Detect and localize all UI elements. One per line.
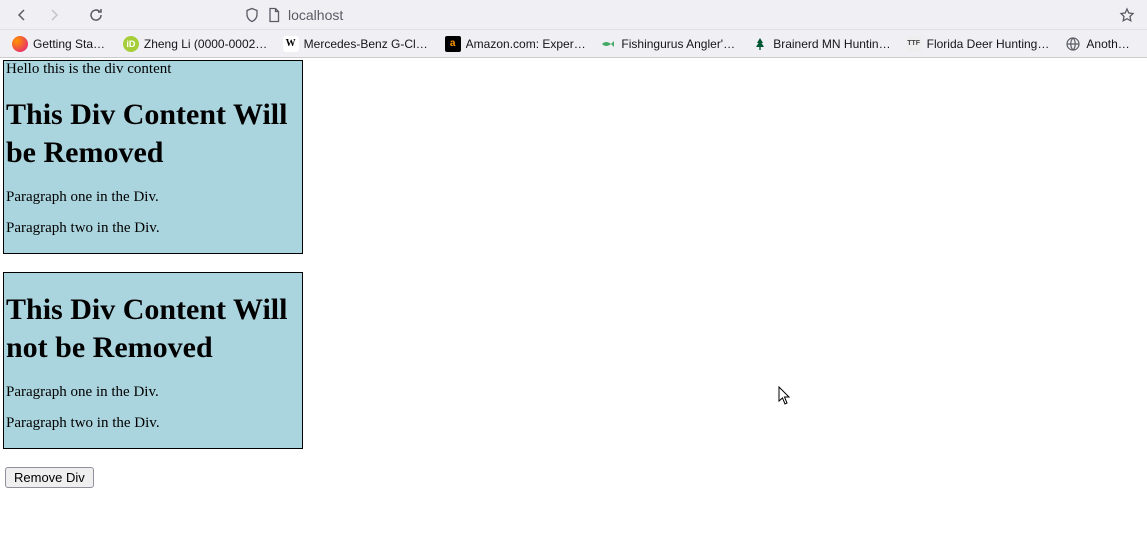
bookmark-label: Mercedes-Benz G-Clas... [304,37,431,51]
url-text: localhost [288,7,343,23]
ttf-icon: TTF [906,36,922,52]
page-icon [266,7,282,23]
bookmark-label: Getting Started [33,37,109,51]
bookmark-brainerd[interactable]: Brainerd MN Hunting ... [746,33,897,55]
bookmark-getting-started[interactable]: Getting Started [6,33,115,55]
browser-toolbar: localhost [0,0,1147,30]
permanent-div: This Div Content Will not be Removed Par… [3,272,303,449]
bookmark-label: Brainerd MN Hunting ... [773,37,891,51]
star-icon [1119,7,1135,23]
forward-button[interactable] [40,1,68,29]
bookmark-amazon[interactable]: a Amazon.com: ExpertP... [439,33,593,55]
bookmark-zheng-li[interactable]: iD Zheng Li (0000-0002-3... [117,33,275,55]
bookmark-star-button[interactable] [1119,7,1135,23]
reload-button[interactable] [82,1,110,29]
bookmark-label: Florida Deer Hunting S... [927,37,1052,51]
bookmark-label: Amazon.com: ExpertP... [466,37,587,51]
box1-heading: This Div Content Will be Removed [6,96,300,171]
bookmark-label: Fishingurus Angler's l... [621,37,738,51]
box2-paragraph-1: Paragraph one in the Div. [6,384,300,401]
bookmark-mercedes[interactable]: W Mercedes-Benz G-Clas... [277,33,437,55]
removable-div: Hello this is the div content This Div C… [3,60,303,254]
tree-icon [752,36,768,52]
box1-paragraph-2: Paragraph two in the Div. [6,220,300,237]
bookmark-label: Zheng Li (0000-0002-3... [144,37,269,51]
amazon-icon: a [445,36,461,52]
bookmark-label: Another n [1086,37,1135,51]
orcid-icon: iD [123,36,139,52]
fish-icon [600,36,616,52]
box2-heading: This Div Content Will not be Removed [6,291,300,366]
shield-icon [244,7,260,23]
box2-paragraph-2: Paragraph two in the Div. [6,415,300,432]
back-button[interactable] [8,1,36,29]
remove-div-button[interactable]: Remove Div [5,467,94,488]
intro-text: Hello this is the div content [6,61,300,78]
bookmarks-bar: Getting Started iD Zheng Li (0000-0002-3… [0,30,1147,58]
firefox-icon [12,36,28,52]
bookmark-florida-deer[interactable]: TTF Florida Deer Hunting S... [900,33,1058,55]
box1-paragraph-1: Paragraph one in the Div. [6,189,300,206]
bookmark-another[interactable]: Another n [1059,33,1141,55]
wikipedia-icon: W [283,36,299,52]
globe-icon [1065,36,1081,52]
page-content: Hello this is the div content This Div C… [0,58,1147,490]
address-bar[interactable]: localhost [244,7,1115,23]
bookmark-fishingurus[interactable]: Fishingurus Angler's l... [594,33,744,55]
